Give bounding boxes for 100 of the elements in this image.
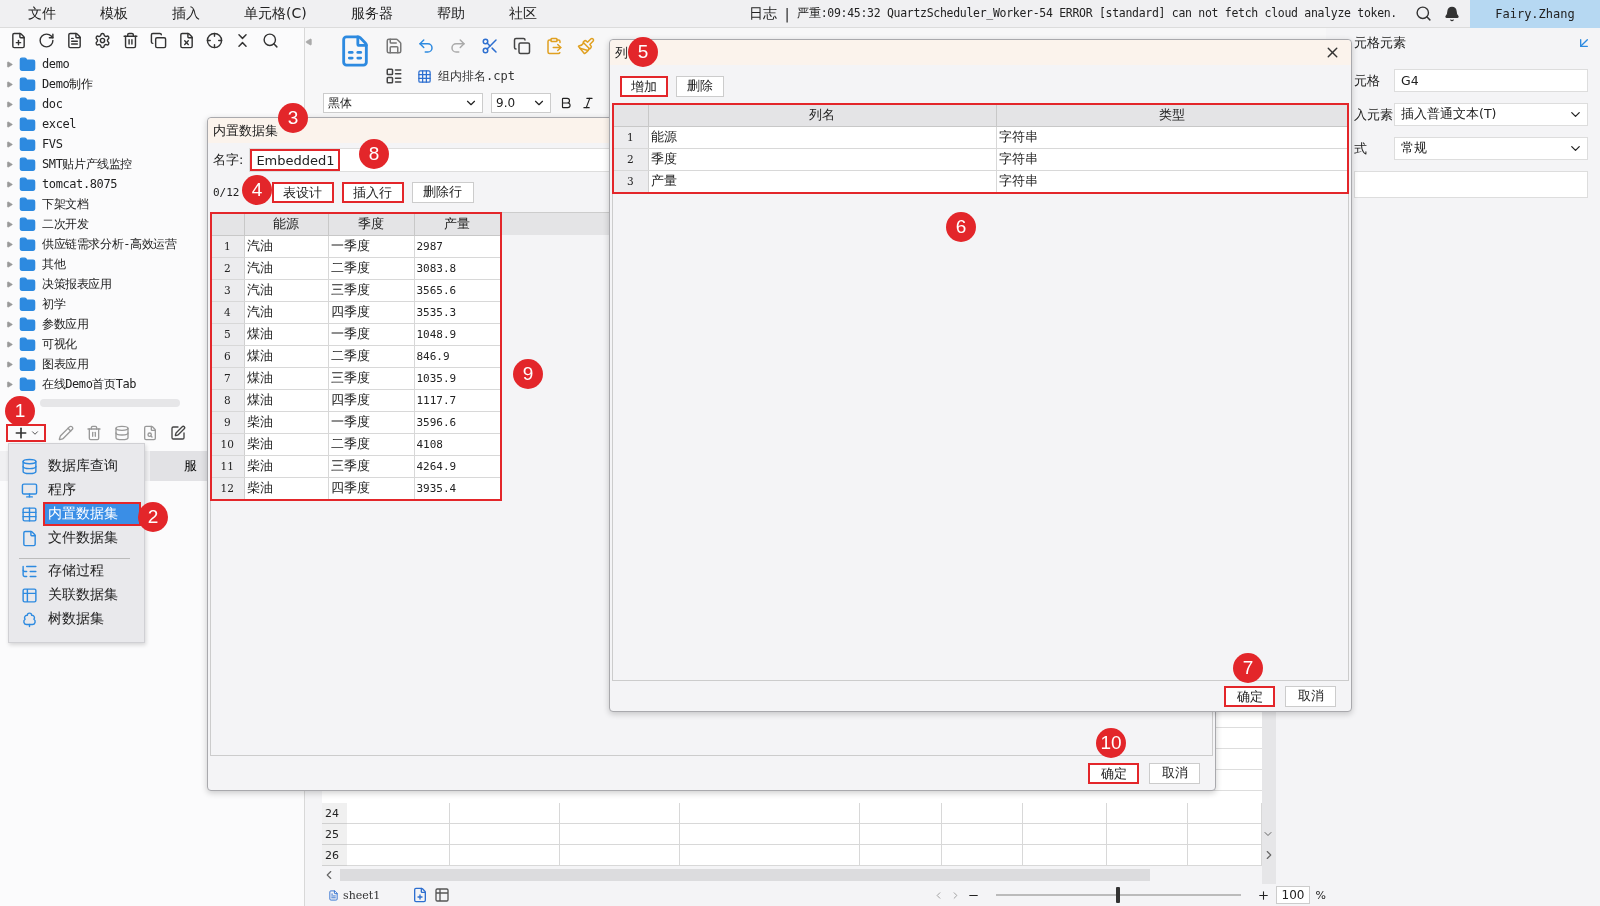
sheet-cell[interactable] <box>450 803 560 824</box>
menu-item[interactable]: 服务器 <box>350 4 393 23</box>
expand-icon[interactable] <box>6 380 13 388</box>
menu-item[interactable]: 程序 <box>45 480 79 500</box>
search-icon[interactable] <box>1415 5 1432 22</box>
collapse-arrow-icon[interactable] <box>305 38 313 46</box>
menu-item[interactable]: 存储过程 <box>45 561 107 581</box>
sheet-cell[interactable] <box>680 803 860 824</box>
user-name[interactable]: Fairy.Zhang <box>1470 0 1600 28</box>
expand-icon[interactable] <box>6 140 13 148</box>
toolbar-button[interactable]: 表设计 <box>271 181 334 203</box>
redo-icon[interactable] <box>449 37 467 55</box>
expand-icon[interactable] <box>6 200 13 208</box>
font-size-select[interactable]: 9.0 <box>491 93 551 113</box>
add-sheet-icon[interactable] <box>412 887 429 903</box>
sheet-cell[interactable] <box>450 845 560 866</box>
column-header[interactable]: 产量 <box>414 213 500 235</box>
trash-icon[interactable] <box>122 31 139 49</box>
gear-icon[interactable] <box>94 31 111 49</box>
expand-icon[interactable] <box>6 100 13 108</box>
save-icon[interactable] <box>385 37 403 55</box>
expand-icon[interactable] <box>6 160 13 168</box>
add-table-icon[interactable] <box>434 887 451 903</box>
expand-icon[interactable] <box>6 360 13 368</box>
file-tab[interactable]: 组内排名.cpt <box>417 67 515 85</box>
folder-name[interactable]: doc <box>42 97 63 111</box>
document-icon[interactable] <box>66 31 83 49</box>
copy-icon[interactable] <box>513 37 531 55</box>
undo-icon[interactable] <box>417 37 435 55</box>
menu-item[interactable]: 关联数据集 <box>45 585 121 605</box>
scrollbar[interactable] <box>340 869 1150 881</box>
panel-tab[interactable]: 服 <box>150 451 210 481</box>
menu-item[interactable]: 文件数据集 <box>45 528 121 548</box>
menu-item[interactable]: 帮助 <box>436 4 465 23</box>
select-field[interactable]: 插入普通文本(T) <box>1394 103 1588 126</box>
column-header[interactable]: 能源 <box>244 213 328 235</box>
copy-icon[interactable] <box>150 31 167 49</box>
menu-item[interactable]: 单元格(C) <box>244 4 307 23</box>
sheet-cell[interactable] <box>942 803 1023 824</box>
sheet-cell[interactable] <box>860 824 942 845</box>
sheet-cell[interactable] <box>1188 824 1262 845</box>
expand-icon[interactable] <box>6 280 13 288</box>
zoom-field[interactable]: 100 <box>1275 886 1310 904</box>
column-header[interactable]: 季度 <box>328 213 414 235</box>
folder-name[interactable]: 供应链需求分析-高效运营 <box>42 235 177 253</box>
toolbar-button[interactable]: 删除行 <box>411 181 474 203</box>
sheet-cell[interactable] <box>942 845 1023 866</box>
dialog-button[interactable]: 取消 <box>1149 762 1200 784</box>
sheet-cell[interactable] <box>560 845 680 866</box>
sheet-cell[interactable] <box>1107 803 1188 824</box>
log-label[interactable]: 日志 <box>748 4 777 23</box>
file-search-icon[interactable] <box>142 425 158 441</box>
input-field[interactable] <box>1354 171 1588 198</box>
file-plus-icon[interactable] <box>10 31 27 49</box>
sheet-cell[interactable] <box>680 845 860 866</box>
sheet-cell[interactable] <box>1188 845 1262 866</box>
zoom-slider-thumb[interactable] <box>1116 887 1121 903</box>
column-header[interactable]: 类型 <box>996 104 1348 126</box>
menu-item[interactable]: 数据库查询 <box>45 456 121 476</box>
bold-icon[interactable] <box>559 96 573 110</box>
folder-name[interactable]: 图表应用 <box>42 355 89 373</box>
dialog-button[interactable]: 确定 <box>1224 685 1275 707</box>
folder-name[interactable]: 其他 <box>42 255 66 273</box>
folder-name[interactable]: 可视化 <box>42 335 77 353</box>
sheet-cell[interactable] <box>1023 824 1107 845</box>
expand-icon[interactable] <box>6 220 13 228</box>
folder-name[interactable]: demo <box>42 57 70 71</box>
folder-name[interactable]: SMT贴片产线监控 <box>42 155 133 173</box>
menu-item[interactable]: 树数据集 <box>45 609 107 629</box>
pencil-icon[interactable] <box>58 425 74 441</box>
toolbar-button[interactable]: 增加 <box>620 75 668 97</box>
font-select[interactable]: 黑体 <box>323 93 483 113</box>
sheet-cell[interactable] <box>1107 824 1188 845</box>
expand-icon[interactable] <box>6 260 13 268</box>
sheet-cell[interactable] <box>347 803 450 824</box>
expand-icon[interactable] <box>6 80 13 88</box>
menu-item[interactable]: 模板 <box>100 4 128 23</box>
grid-icon[interactable] <box>385 67 403 85</box>
edit-icon[interactable] <box>170 425 186 441</box>
sheet-cell[interactable] <box>860 803 942 824</box>
expand-icon[interactable] <box>6 240 13 248</box>
expand-icon[interactable] <box>6 300 13 308</box>
sheet-cell[interactable] <box>1188 803 1262 824</box>
select-field[interactable]: 常规 <box>1394 137 1588 160</box>
sheet-cell[interactable] <box>560 824 680 845</box>
bell-icon[interactable] <box>1444 5 1460 22</box>
menu-item[interactable]: 文件 <box>28 4 56 23</box>
zoom-in-icon[interactable] <box>1256 888 1270 902</box>
search-icon[interactable] <box>262 31 279 49</box>
expand-icon[interactable] <box>6 180 13 188</box>
sheet-cell[interactable] <box>1023 803 1107 824</box>
sheet-cell[interactable] <box>347 824 450 845</box>
sheet-cell[interactable] <box>1023 845 1107 866</box>
folder-name[interactable]: FVS <box>42 137 63 151</box>
expand-icon[interactable] <box>6 340 13 348</box>
sheet-cell[interactable] <box>347 845 450 866</box>
sheet-tab[interactable]: sheet1 <box>322 888 387 902</box>
folder-name[interactable]: 初学 <box>42 295 66 313</box>
expand-icon[interactable] <box>6 320 13 328</box>
italic-icon[interactable] <box>581 96 595 110</box>
